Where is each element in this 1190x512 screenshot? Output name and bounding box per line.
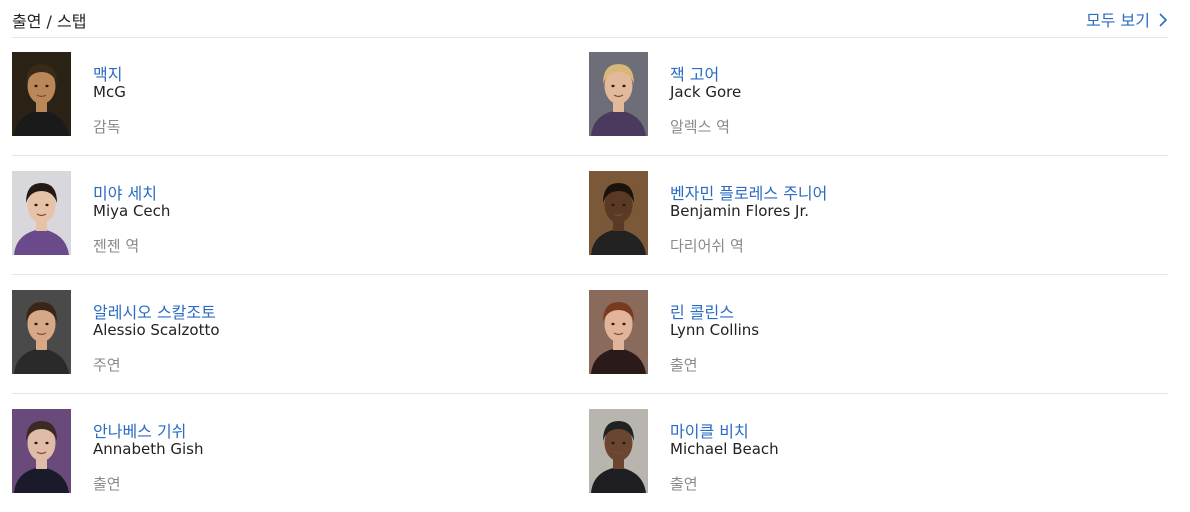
cast-role: 주연 [93,356,121,374]
cast-role: 출연 [670,356,698,374]
cast-name-korean[interactable]: 안나베스 기쉬 [93,418,186,442]
cast-name-korean[interactable]: 벤자민 플로레스 주니어 [670,180,827,204]
cast-list: 맥지 McG 감독 잭 고어 Jack Gore 알렉스 역 미야 세치 Miy… [12,37,1168,512]
cast-member[interactable]: 린 콜린스 Lynn Collins 출연 [589,290,1149,376]
cast-member[interactable]: 벤자민 플로레스 주니어 Benjamin Flores Jr. 다리어쉬 역 [589,171,1149,257]
profile-photo[interactable] [12,171,71,255]
cast-role: 감독 [93,118,121,136]
cast-name-korean[interactable]: 맥지 [93,61,122,85]
cast-member[interactable]: 맥지 McG 감독 [12,52,572,138]
see-all-label: 모두 보기 [1086,11,1150,30]
cast-name-korean[interactable]: 알레시오 스칼조토 [93,299,216,323]
cast-name-korean[interactable]: 미야 세치 [93,180,157,204]
cast-row: 맥지 McG 감독 잭 고어 Jack Gore 알렉스 역 [12,37,1168,156]
chevron-right-icon [1158,12,1168,27]
profile-photo[interactable] [12,409,71,493]
cast-name-korean[interactable]: 마이클 비치 [670,418,749,442]
cast-row: 알레시오 스칼조토 Alessio Scalzotto 주연 린 콜린스 Lyn… [12,275,1168,394]
section-header: 출연 / 스탭 모두 보기 [12,0,1168,38]
cast-member[interactable]: 잭 고어 Jack Gore 알렉스 역 [589,52,1149,138]
cast-member[interactable]: 알레시오 스칼조토 Alessio Scalzotto 주연 [12,290,572,376]
cast-name-english: Benjamin Flores Jr. [670,202,810,220]
cast-name-english: Michael Beach [670,440,779,458]
cast-crew-section: 출연 / 스탭 모두 보기 맥지 McG 감독 잭 고어 Jack Gore 알… [0,0,1190,500]
profile-photo[interactable] [589,409,648,493]
cast-name-korean[interactable]: 린 콜린스 [670,299,734,323]
cast-member[interactable]: 마이클 비치 Michael Beach 출연 [589,409,1149,495]
cast-role: 출연 [93,475,121,493]
profile-photo[interactable] [589,290,648,374]
cast-name-english: Annabeth Gish [93,440,204,458]
cast-name-english: Alessio Scalzotto [93,321,220,339]
cast-row: 안나베스 기쉬 Annabeth Gish 출연 마이클 비치 Michael … [12,394,1168,512]
cast-role: 다리어쉬 역 [670,237,744,255]
cast-role: 젠젠 역 [93,237,140,255]
cast-role: 출연 [670,475,698,493]
see-all-link[interactable]: 모두 보기 [1086,7,1168,31]
cast-name-english: McG [93,83,126,101]
cast-name-english: Miya Cech [93,202,171,220]
profile-photo[interactable] [12,52,71,136]
cast-member[interactable]: 미야 세치 Miya Cech 젠젠 역 [12,171,572,257]
profile-photo[interactable] [589,52,648,136]
profile-photo[interactable] [589,171,648,255]
cast-role: 알렉스 역 [670,118,730,136]
profile-photo[interactable] [12,290,71,374]
cast-name-korean[interactable]: 잭 고어 [670,61,719,85]
section-title: 출연 / 스탭 [12,12,87,31]
cast-name-english: Jack Gore [670,83,742,101]
cast-name-english: Lynn Collins [670,321,760,339]
cast-row: 미야 세치 Miya Cech 젠젠 역 벤자민 플로레스 주니어 Benjam… [12,156,1168,275]
cast-member[interactable]: 안나베스 기쉬 Annabeth Gish 출연 [12,409,572,495]
